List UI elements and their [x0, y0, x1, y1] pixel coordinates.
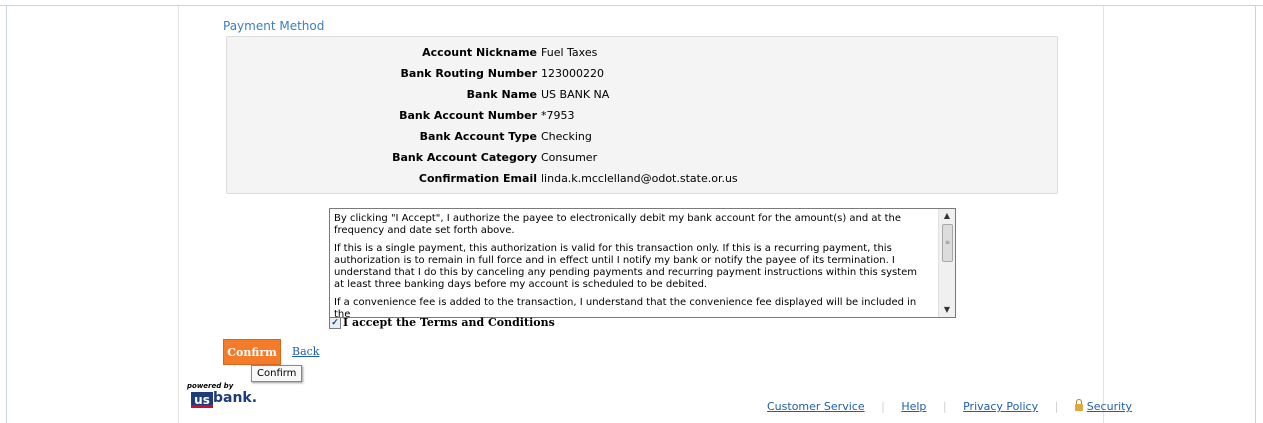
detail-label: Bank Name	[466, 88, 537, 101]
detail-row-bank-name: Bank Name US BANK NA	[227, 88, 1057, 106]
detail-value: Checking	[541, 130, 592, 143]
detail-label: Bank Account Number	[399, 109, 537, 122]
usbank-shield-icon: us	[191, 392, 213, 408]
customer-service-link[interactable]: Customer Service	[767, 400, 865, 413]
detail-row-account-category: Bank Account Category Consumer	[227, 151, 1057, 169]
payment-details-panel: Account Nickname Fuel Taxes Bank Routing…	[226, 36, 1058, 194]
terms-text: By clicking "I Accept", I authorize the …	[334, 213, 930, 318]
terms-paragraph: If a convenience fee is added to the tra…	[334, 297, 917, 318]
confirm-tooltip: Confirm	[251, 365, 303, 382]
footer-links: Customer Service | Help | Privacy Policy…	[767, 399, 1132, 414]
terms-scrollbar[interactable]: ▲ ≡ ▼	[938, 209, 955, 317]
detail-row-routing-number: Bank Routing Number 123000220	[227, 67, 1057, 85]
detail-value: US BANK NA	[541, 88, 610, 101]
detail-value: Fuel Taxes	[541, 46, 598, 59]
right-border	[1255, 5, 1256, 423]
detail-label: Confirmation Email	[418, 172, 537, 185]
payment-confirmation-page: Payment Method Account Nickname Fuel Tax…	[178, 6, 1132, 423]
back-link[interactable]: Back	[292, 345, 319, 358]
accept-terms-label[interactable]: I accept the Terms and Conditions	[343, 316, 555, 329]
left-border	[6, 5, 7, 423]
detail-label: Bank Account Category	[392, 151, 537, 164]
accept-terms-checkbox[interactable]: ✓	[329, 317, 341, 329]
detail-value: *7953	[541, 109, 575, 122]
payment-method-title: Payment Method	[223, 19, 325, 33]
terms-paragraph: If this is a single payment, this author…	[334, 243, 918, 290]
detail-row-confirmation-email: Confirmation Email linda.k.mcclelland@od…	[227, 172, 1057, 190]
security-link[interactable]: Security	[1087, 400, 1132, 413]
bank-wordmark: bank.	[213, 390, 258, 406]
privacy-policy-link[interactable]: Privacy Policy	[963, 400, 1038, 413]
terms-textarea[interactable]: By clicking "I Accept", I authorize the …	[329, 208, 956, 318]
detail-row-account-nickname: Account Nickname Fuel Taxes	[227, 46, 1057, 64]
scroll-up-arrow-icon[interactable]: ▲	[939, 209, 955, 223]
lock-icon	[1074, 399, 1083, 411]
scroll-down-arrow-icon[interactable]: ▼	[939, 303, 955, 317]
detail-row-account-type: Bank Account Type Checking	[227, 130, 1057, 148]
detail-label: Account Nickname	[422, 46, 537, 59]
detail-row-account-number: Bank Account Number *7953	[227, 109, 1057, 127]
footer-divider: |	[1054, 400, 1059, 413]
footer-divider: |	[881, 400, 885, 413]
detail-value: Consumer	[541, 151, 598, 164]
usbank-logo: powered by us bank.	[187, 382, 267, 410]
detail-value: 123000220	[541, 67, 604, 80]
footer-divider: |	[942, 400, 947, 413]
terms-paragraph: By clicking "I Accept", I authorize the …	[334, 213, 902, 236]
detail-value: linda.k.mcclelland@odot.state.or.us	[541, 172, 738, 185]
detail-label: Bank Routing Number	[400, 67, 537, 80]
detail-label: Bank Account Type	[419, 130, 537, 143]
grip-icon: ≡	[945, 239, 951, 246]
confirm-button[interactable]: Confirm	[223, 339, 281, 365]
powered-by-text: powered by	[187, 382, 234, 390]
help-link[interactable]: Help	[901, 400, 926, 413]
scroll-thumb[interactable]: ≡	[942, 224, 953, 262]
